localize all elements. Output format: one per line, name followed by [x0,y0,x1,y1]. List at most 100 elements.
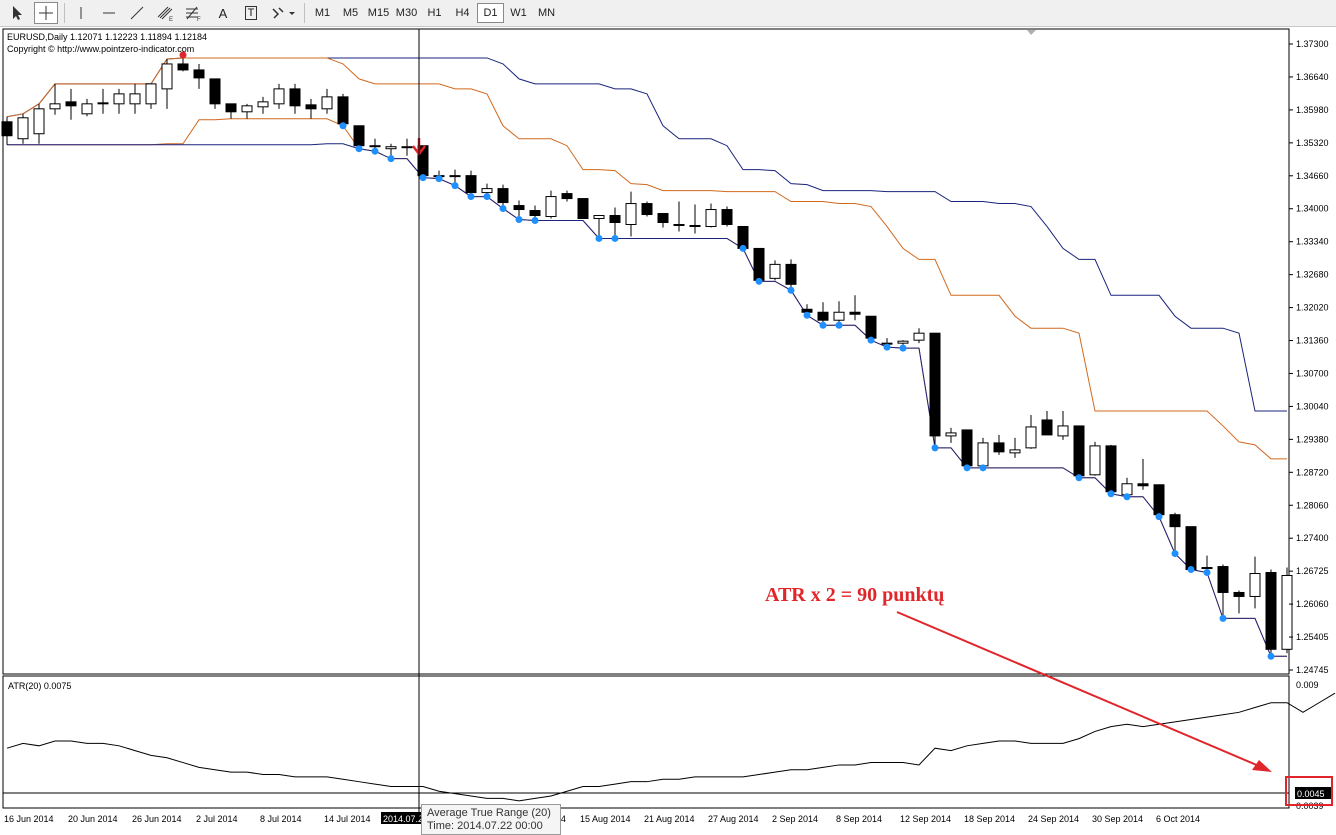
candle-body [1201,567,1213,570]
chart-area[interactable]: 1.37300 1.36640 1.35980 1.35320 1.34660 1.340… [0,27,1336,835]
candle-body [257,101,269,108]
candle-body [785,263,797,285]
price-tick-label: 1.26060 [1296,599,1329,609]
tooltip-title: Average True Range (20) [427,807,551,819]
stop-dot [1075,474,1083,482]
atr-current-value: 0.0045 [1297,789,1325,799]
candle-body [289,88,301,107]
text-label-icon[interactable]: T [240,2,262,24]
stop-dot [1267,652,1275,660]
timeframe-m15[interactable]: M15 [365,3,392,23]
candle-body [1073,425,1085,477]
stop-dot [867,336,875,344]
candle-body [225,103,237,113]
candle-body [865,315,877,339]
stop-dot [1155,513,1163,521]
candle-body [449,175,461,178]
candle-body [929,332,941,437]
text-icon[interactable]: A [212,2,234,24]
candle-body [769,263,781,279]
price-tick-label: 1.25405 [1296,632,1329,642]
price-tick-label: 1.34000 [1296,204,1329,214]
stop-dot [483,193,491,201]
candle-body [241,105,253,113]
price-tick-label: 1.34660 [1296,171,1329,181]
equidistant-channel-icon[interactable]: E [154,2,178,24]
candle-body [673,223,685,226]
candle-body [657,213,669,224]
timeframe-w1[interactable]: W1 [505,3,532,23]
price-tick-label: 1.28720 [1296,467,1329,477]
date-tick-label: 26 Jun 2014 [132,814,182,824]
candle-body [161,63,173,90]
svg-text:F: F [197,17,201,21]
candle-body [401,146,413,149]
price-tick-label: 1.32680 [1296,270,1329,280]
price-tick-label: 1.24745 [1296,665,1329,675]
stop-dot [499,205,507,213]
candle-body [1169,514,1181,528]
candle-body [561,193,573,200]
candle-body [481,188,493,194]
date-tick-label: 27 Aug 2014 [708,814,759,824]
horizontal-line-icon[interactable] [98,2,120,24]
candle-body [945,432,957,437]
candle-body [897,340,909,344]
candle-body [913,332,925,341]
shapes-icon[interactable] [268,2,298,24]
fibonacci-icon[interactable]: F [182,2,206,24]
stop-dot [755,277,763,285]
stop-dot [787,286,795,294]
vertical-line-icon[interactable] [70,2,92,24]
cursor-icon[interactable] [6,2,28,24]
stop-dot [883,343,891,351]
stop-dot [931,444,939,452]
candle-body [193,69,205,79]
candle-body [465,175,477,194]
candle-body [1153,484,1165,516]
text-label-glyph: T [244,6,258,20]
stop-dot [515,216,523,224]
date-tick-label: 12 Sep 2014 [900,814,951,824]
candle-body [1089,445,1101,476]
candle-body [753,247,765,281]
candle-body [17,117,29,140]
candle-body [993,442,1005,453]
price-tick-label: 1.30700 [1296,368,1329,378]
svg-text:E: E [169,17,173,21]
candle-body [129,93,141,105]
stop-dot [803,311,811,319]
stop-dot [963,464,971,472]
candle-body [177,63,189,71]
candle-body [817,311,829,321]
stop-dot [451,182,459,190]
candle-body [1217,566,1229,593]
candle-body [209,78,221,105]
copyright-text: Copyright © http://www.pointzero-indicat… [7,44,194,54]
crosshair-icon[interactable] [34,2,58,24]
trendline-icon[interactable] [126,2,148,24]
timeframe-mn[interactable]: MN [533,3,560,23]
timeframe-d1[interactable]: D1 [477,3,504,23]
timeframe-h1[interactable]: H1 [421,3,448,23]
stop-dot [531,217,539,225]
candle-body [625,203,637,225]
stop-dot [435,175,443,183]
timeframe-m30[interactable]: M30 [393,3,420,23]
candle-body [353,125,365,147]
stop-dot [339,122,347,130]
price-tick-label: 1.28060 [1296,500,1329,510]
stop-dot [835,321,843,329]
date-tick-label: 8 Sep 2014 [836,814,882,824]
candle-body [593,215,605,220]
stop-dot [1123,493,1131,501]
timeframe-m5[interactable]: M5 [337,3,364,23]
stop-dot [819,321,827,329]
stop-dot [1203,569,1211,577]
stop-dot [1219,614,1227,622]
stop-dot [371,147,379,155]
candle-body [385,146,397,150]
candle-body [497,188,509,204]
timeframe-h4[interactable]: H4 [449,3,476,23]
timeframe-m1[interactable]: M1 [309,3,336,23]
